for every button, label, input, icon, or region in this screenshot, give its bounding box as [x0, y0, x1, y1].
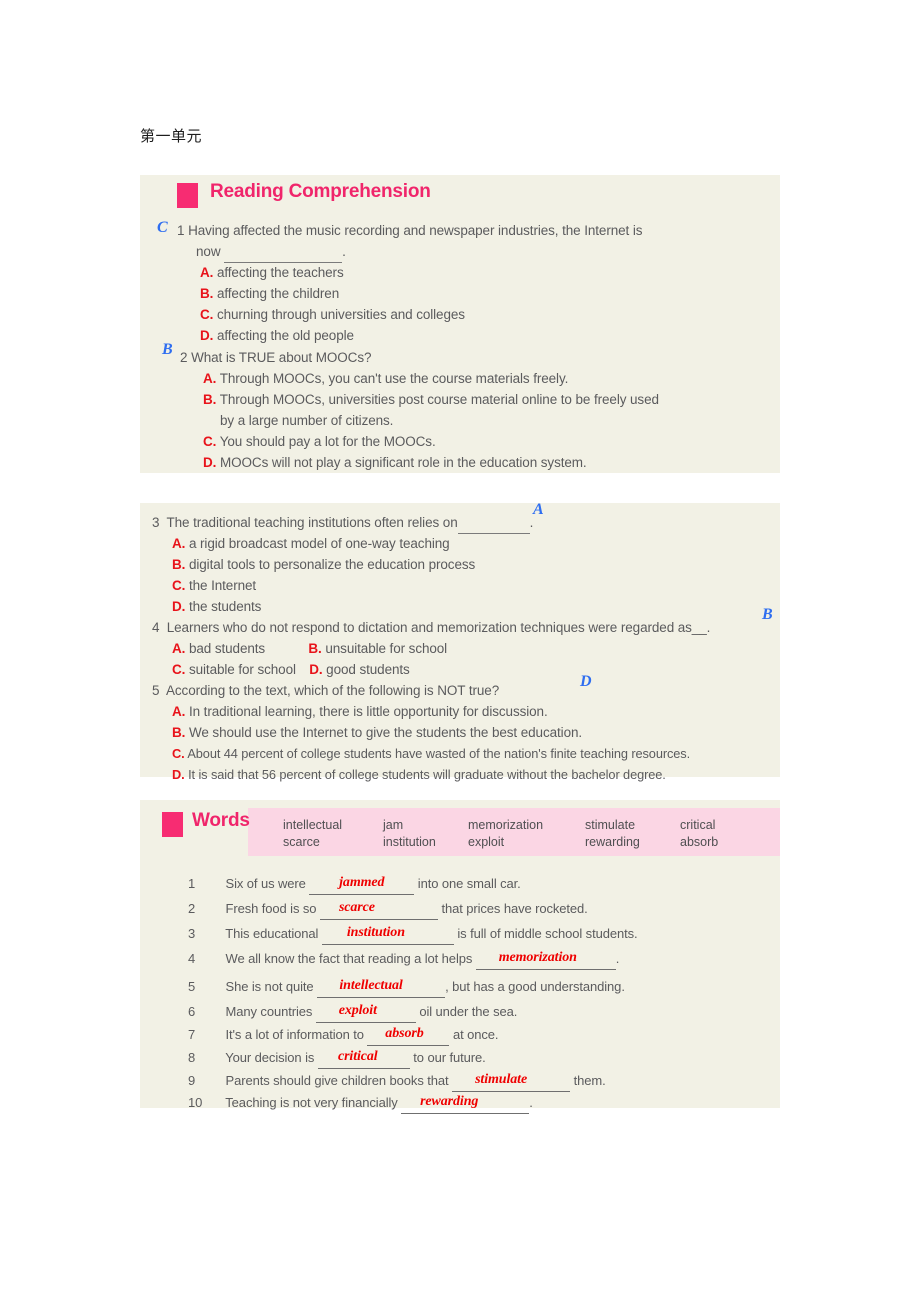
words-section-header: Words [140, 808, 780, 846]
option-q3-a: A. a rigid broadcast model of one-way te… [172, 536, 450, 551]
exercise-row: 4 We all know the fact that reading a lo… [188, 950, 619, 970]
exercise-row: 6 Many countries exploit oil under the s… [188, 1003, 517, 1023]
question-5-text: According to the text, which of the foll… [165, 683, 500, 698]
exercise-row: 10 Teaching is not very financially rewa… [188, 1094, 533, 1114]
exercise-blank[interactable]: memorization [475, 950, 616, 970]
exercise-blank[interactable]: scarce [319, 900, 438, 920]
exercise-blank[interactable]: stimulate [452, 1072, 571, 1092]
answer-letter-q5: D [580, 673, 592, 690]
exercise-row: 8 Your decision is critical to our futur… [188, 1049, 486, 1069]
question-1-stem-line2: now . [196, 241, 346, 263]
exercise-row: 3 This educational institution is full o… [188, 925, 638, 945]
option-q5-c: C. About 44 percent of college students … [172, 746, 691, 761]
option-q3-b: B. digital tools to personalize the educ… [172, 557, 476, 572]
words-panel: intellectual scarce jam institution memo… [140, 800, 780, 1114]
option-q2-d: D. MOOCs will not play a significant rol… [203, 455, 587, 470]
answer-letter-q4: B [762, 606, 773, 623]
option-q3-c: C. the Internet [172, 578, 257, 593]
answer-letter-q3: A [533, 501, 544, 518]
question-1-text: Having affected the music recording and … [188, 223, 643, 238]
exercise-row: 7 It's a lot of information to absorb at… [188, 1026, 499, 1046]
question-2-text: What is TRUE about MOOCs? [191, 350, 372, 365]
option-q4-row1: A. bad students B. unsuitable for school [172, 641, 448, 656]
exercise-row: 5 She is not quite intellectual, but has… [188, 978, 625, 998]
question-4-stem: 4 Learners who do not respond to dictati… [152, 620, 711, 635]
question-2-stem: 2 What is TRUE about MOOCs? [180, 350, 372, 365]
option-q1-d: D. affecting the old people [200, 328, 354, 343]
question-1-stem: 1 Having affected the music recording an… [177, 223, 643, 238]
option-q1-a: A. affecting the teachers [200, 265, 344, 280]
exercise-blank[interactable]: exploit [315, 1003, 416, 1023]
blank-q3 [457, 512, 530, 534]
exercise-blank[interactable]: intellectual [317, 978, 446, 998]
question-3-text: The traditional teaching institutions of… [166, 515, 458, 530]
option-q5-d: D. It is said that 56 percent of college… [172, 767, 666, 782]
exercise-blank[interactable]: critical [317, 1049, 410, 1069]
question-4-text: Learners who do not respond to dictation… [166, 620, 711, 635]
reading-comprehension-panel: Reading Comprehension C 1 Having affecte… [140, 175, 780, 473]
option-q1-c: C. churning through universities and col… [200, 307, 465, 322]
exercise-row: 2 Fresh food is so scarce that prices ha… [188, 900, 588, 920]
blank-q1 [224, 241, 343, 263]
exercise-blank[interactable]: rewarding [401, 1094, 530, 1114]
exercise-row: 1 Six of us were jammed into one small c… [188, 875, 521, 895]
reading-section-title: Reading Comprehension [210, 181, 431, 202]
option-q1-b: B. affecting the children [200, 286, 340, 301]
exercise-blank[interactable]: jammed [309, 875, 415, 895]
exercise-blank[interactable]: absorb [367, 1026, 450, 1046]
option-q2-b: B. Through MOOCs, universities post cour… [203, 392, 659, 407]
worksheet-page: 第一单元 Reading Comprehension C 1 Having af… [0, 0, 920, 1302]
section-marker-icon [162, 812, 183, 837]
words-section-title: Words [192, 810, 250, 831]
option-q4-row2: C. suitable for school D. good students [172, 662, 410, 677]
question-5-stem: 5 According to the text, which of the fo… [152, 683, 500, 698]
reading-section-header: Reading Comprehension [140, 175, 780, 213]
exercise-blank[interactable]: institution [321, 925, 454, 945]
option-q2-c: C. You should pay a lot for the MOOCs. [203, 434, 436, 449]
answer-letter-q2: B [162, 341, 173, 358]
section-marker-icon [177, 183, 198, 208]
option-q3-d: D. the students [172, 599, 262, 614]
option-q5-a: A. In traditional learning, there is lit… [172, 704, 548, 719]
page-title: 第一单元 [140, 127, 203, 145]
answer-letter-q1: C [157, 219, 168, 236]
option-q5-b: B. We should use the Internet to give th… [172, 725, 583, 740]
option-q2-b-cont: by a large number of citizens. [220, 413, 394, 428]
option-q2-a: A. Through MOOCs, you can't use the cour… [203, 371, 569, 386]
exercise-row: 9 Parents should give children books tha… [188, 1072, 606, 1092]
question-3-stem: 3 The traditional teaching institutions … [152, 512, 533, 534]
reading-questions-panel: 3 The traditional teaching institutions … [140, 501, 780, 782]
